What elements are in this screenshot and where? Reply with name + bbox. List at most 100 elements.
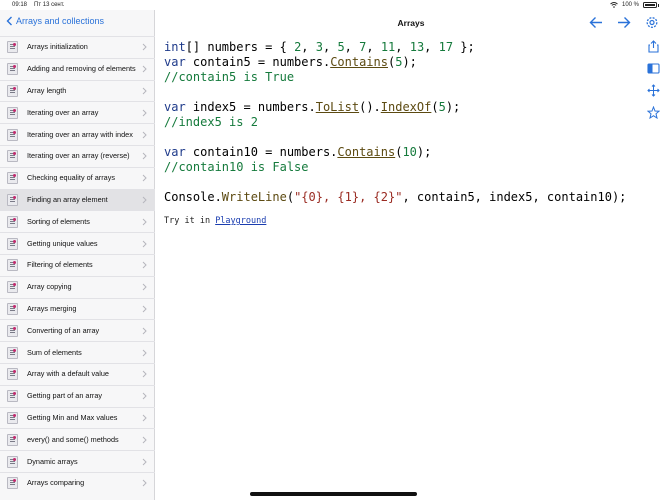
sidebar-item-label: Arrays merging bbox=[27, 303, 77, 313]
sidebar-item-label: Array with a default value bbox=[27, 369, 109, 379]
document-icon bbox=[7, 106, 18, 119]
document-icon bbox=[7, 237, 18, 250]
sidebar-item[interactable]: Finding an array element bbox=[0, 188, 155, 211]
sidebar-item[interactable]: Checking equality of arrays bbox=[0, 166, 155, 189]
playground-link[interactable]: Playground bbox=[215, 216, 266, 226]
sidebar-item[interactable]: every() and some() methods bbox=[0, 428, 155, 450]
sidebar-item[interactable]: Array copying bbox=[0, 275, 155, 298]
chevron-right-icon bbox=[142, 436, 147, 444]
battery-percent: 100 % bbox=[621, 2, 639, 8]
sidebar-toggle-icon[interactable] bbox=[647, 62, 660, 75]
sidebar-item[interactable]: Iterating over an array bbox=[0, 101, 155, 123]
chevron-right-icon bbox=[142, 109, 147, 117]
sidebar-item-label: Checking equality of arrays bbox=[27, 173, 116, 183]
sidebar-item-label: Iterating over an array with index bbox=[27, 129, 133, 139]
move-icon[interactable] bbox=[647, 84, 660, 97]
document-icon bbox=[7, 281, 18, 294]
sidebar-item-label: Arrays comparing bbox=[27, 478, 85, 488]
chevron-right-icon bbox=[142, 218, 147, 226]
document-icon bbox=[7, 63, 18, 76]
sidebar-item[interactable]: Getting Min and Max values bbox=[0, 406, 155, 429]
sidebar-item-label: Iterating over an array bbox=[27, 107, 99, 117]
sidebar-item[interactable]: Arrays initialization bbox=[0, 36, 155, 58]
chevron-right-icon bbox=[142, 240, 147, 247]
chevron-right-icon bbox=[142, 153, 147, 160]
sidebar-item[interactable]: Filtering of elements bbox=[0, 253, 155, 276]
code-line-1: int[] numbers = { 2, 3, 5, 7, 11, 13, 17… bbox=[164, 40, 475, 54]
document-icon bbox=[7, 302, 18, 315]
code-line-8: Console.WriteLine("{0}, {1}, {2}", conta… bbox=[164, 190, 627, 204]
sidebar-item[interactable]: Converting of an array bbox=[0, 319, 155, 341]
sidebar-item-label: Converting of an array bbox=[27, 325, 100, 335]
chevron-right-icon bbox=[142, 327, 147, 335]
back-label: Arrays and collections bbox=[16, 16, 105, 26]
sidebar-item-label: Array copying bbox=[27, 282, 72, 292]
status-right: 100 % bbox=[610, 2, 659, 8]
document-icon bbox=[7, 368, 18, 381]
code-comment-1: //contain5 is True bbox=[164, 70, 295, 84]
sidebar-header: Arrays and collections bbox=[0, 10, 154, 36]
chevron-right-icon bbox=[142, 44, 147, 51]
sidebar-item[interactable]: Sorting of elements bbox=[0, 210, 155, 232]
sidebar-item[interactable]: Getting part of an array bbox=[0, 384, 155, 407]
code-comment-3: //contain10 is False bbox=[164, 160, 309, 174]
sidebar-item-label: Getting Min and Max values bbox=[27, 412, 118, 422]
document-icon bbox=[7, 215, 18, 228]
chevron-right-icon bbox=[142, 65, 147, 73]
home-indicator bbox=[250, 492, 417, 496]
document-icon bbox=[7, 172, 18, 185]
chevron-right-icon bbox=[142, 262, 147, 269]
arrow-right-icon[interactable] bbox=[617, 16, 631, 29]
chevron-right-icon bbox=[142, 174, 147, 182]
code-comment-2: //index5 is 2 bbox=[164, 115, 258, 129]
document-icon bbox=[7, 128, 18, 141]
sidebar-item-label: Dynamic arrays bbox=[27, 456, 78, 466]
status-time: 09:18 bbox=[12, 2, 28, 8]
sidebar-item[interactable]: Array length bbox=[0, 79, 155, 102]
sidebar-item-label: every() and some() methods bbox=[27, 434, 119, 444]
sidebar-list: Arrays initialization Adding and removing… bbox=[0, 36, 155, 494]
document-icon bbox=[7, 433, 18, 446]
chevron-right-icon bbox=[142, 392, 147, 400]
battery-icon bbox=[643, 2, 657, 8]
sidebar-item-label: Getting part of an array bbox=[27, 391, 103, 401]
status-bar: 09:18 Пт 13 сент. 100 % bbox=[0, 0, 667, 10]
share-icon[interactable] bbox=[647, 40, 660, 53]
sidebar-item[interactable]: Adding and removing of elements bbox=[0, 57, 155, 80]
sidebar-item[interactable]: Sum of elements bbox=[0, 341, 155, 363]
chevron-right-icon bbox=[142, 305, 147, 313]
arrow-left-icon[interactable] bbox=[589, 16, 603, 29]
sidebar-item-label: Sum of elements bbox=[27, 347, 82, 357]
sidebar-item[interactable]: Array with a default value bbox=[0, 362, 155, 385]
sidebar-item-label: Getting unique values bbox=[27, 238, 98, 248]
gear-icon[interactable] bbox=[645, 16, 659, 29]
sidebar: Arrays and collections Arrays initializa… bbox=[0, 10, 155, 500]
document-icon bbox=[7, 41, 18, 54]
star-icon[interactable] bbox=[647, 106, 660, 119]
try-it-text: Try it in Playground bbox=[164, 216, 267, 226]
sidebar-item[interactable]: Dynamic arrays bbox=[0, 450, 155, 472]
chevron-right-icon bbox=[142, 131, 147, 138]
chevron-right-icon bbox=[142, 479, 147, 487]
sidebar-item[interactable]: Arrays merging bbox=[0, 297, 155, 320]
status-date: Пт 13 сент. bbox=[34, 2, 65, 8]
top-bar: Arrays bbox=[155, 10, 667, 36]
sidebar-item[interactable]: Iterating over an array (reverse) bbox=[0, 144, 155, 167]
sidebar-item-label: Adding and removing of elements bbox=[27, 64, 136, 74]
code-line-4: var index5 = numbers.ToList().IndexOf(5)… bbox=[164, 100, 461, 114]
code-line-6: var contain10 = numbers.Contains(10); bbox=[164, 145, 432, 159]
document-icon bbox=[7, 259, 18, 272]
document-icon bbox=[7, 193, 18, 206]
document-icon bbox=[7, 411, 18, 424]
document-icon bbox=[7, 390, 18, 403]
sidebar-item-label: Finding an array element bbox=[27, 194, 108, 204]
chevron-right-icon bbox=[142, 370, 147, 378]
chevron-right-icon bbox=[142, 458, 147, 465]
sidebar-item[interactable]: Getting unique values bbox=[0, 232, 155, 254]
sidebar-item[interactable]: Arrays comparing bbox=[0, 471, 155, 494]
chevron-right-icon bbox=[142, 414, 147, 422]
back-button[interactable]: Arrays and collections bbox=[6, 16, 104, 26]
sidebar-item[interactable]: Iterating over an array with index bbox=[0, 123, 155, 145]
chevron-left-icon bbox=[6, 16, 12, 26]
document-icon bbox=[7, 346, 18, 359]
